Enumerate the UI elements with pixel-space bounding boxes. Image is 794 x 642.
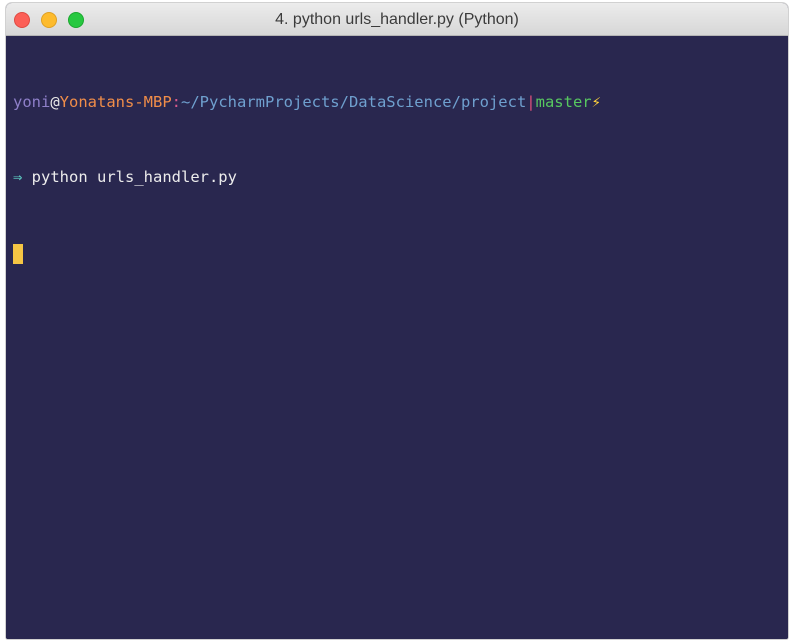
terminal-output[interactable]: yoni@Yonatans-MBP:~/PycharmProjects/Data… [6,36,788,639]
cursor-line [13,240,788,265]
terminal-window: 4. python urls_handler.py (Python) yoni@… [6,3,788,639]
prompt-colon: : [171,93,181,111]
prompt-host: Yonatans-MBP [59,93,172,111]
prompt-path: ~/PycharmProjects/DataScience/project [181,93,527,111]
git-branch: master [535,93,592,111]
prompt-user: yoni [13,93,51,111]
lightning-icon: ⚡ [591,93,601,111]
title-bar[interactable]: 4. python urls_handler.py (Python) [6,3,788,36]
prompt-separator: | [526,93,536,111]
command-text: python urls_handler.py [22,168,237,186]
prompt-at: @ [50,93,60,111]
prompt-line: yoni@Yonatans-MBP:~/PycharmProjects/Data… [13,90,788,115]
window-title: 4. python urls_handler.py (Python) [275,11,519,28]
text-cursor [13,243,23,264]
prompt-arrow-icon: ⇒ [13,168,23,186]
command-line: ⇒ python urls_handler.py [13,165,788,190]
